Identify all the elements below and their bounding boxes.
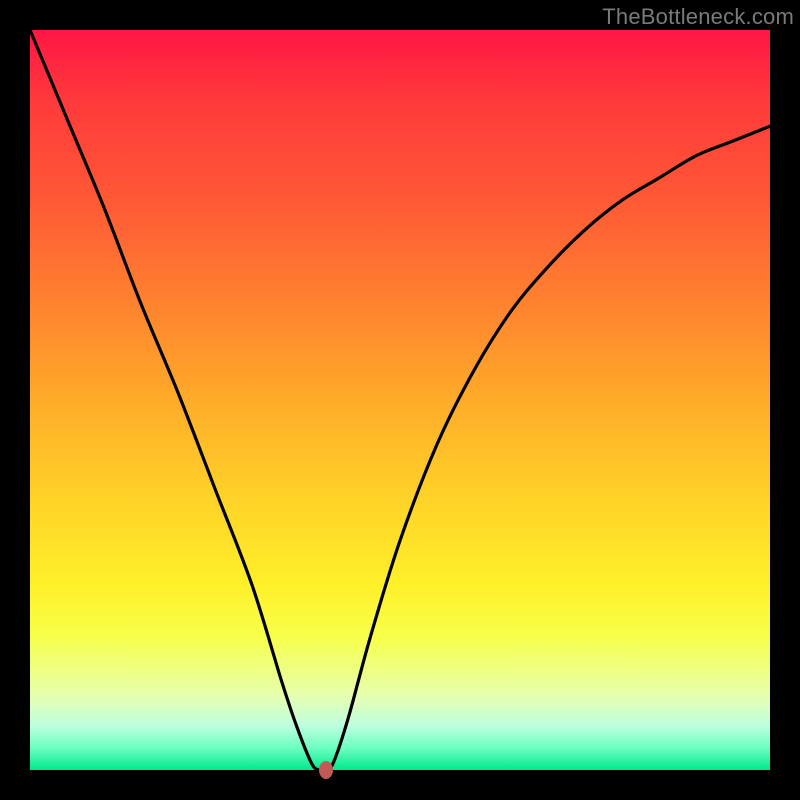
watermark-text: TheBottleneck.com	[602, 4, 794, 30]
chart-frame: TheBottleneck.com	[0, 0, 800, 800]
plot-area	[30, 30, 770, 770]
bottleneck-curve	[30, 30, 770, 770]
minimum-marker	[319, 761, 333, 779]
